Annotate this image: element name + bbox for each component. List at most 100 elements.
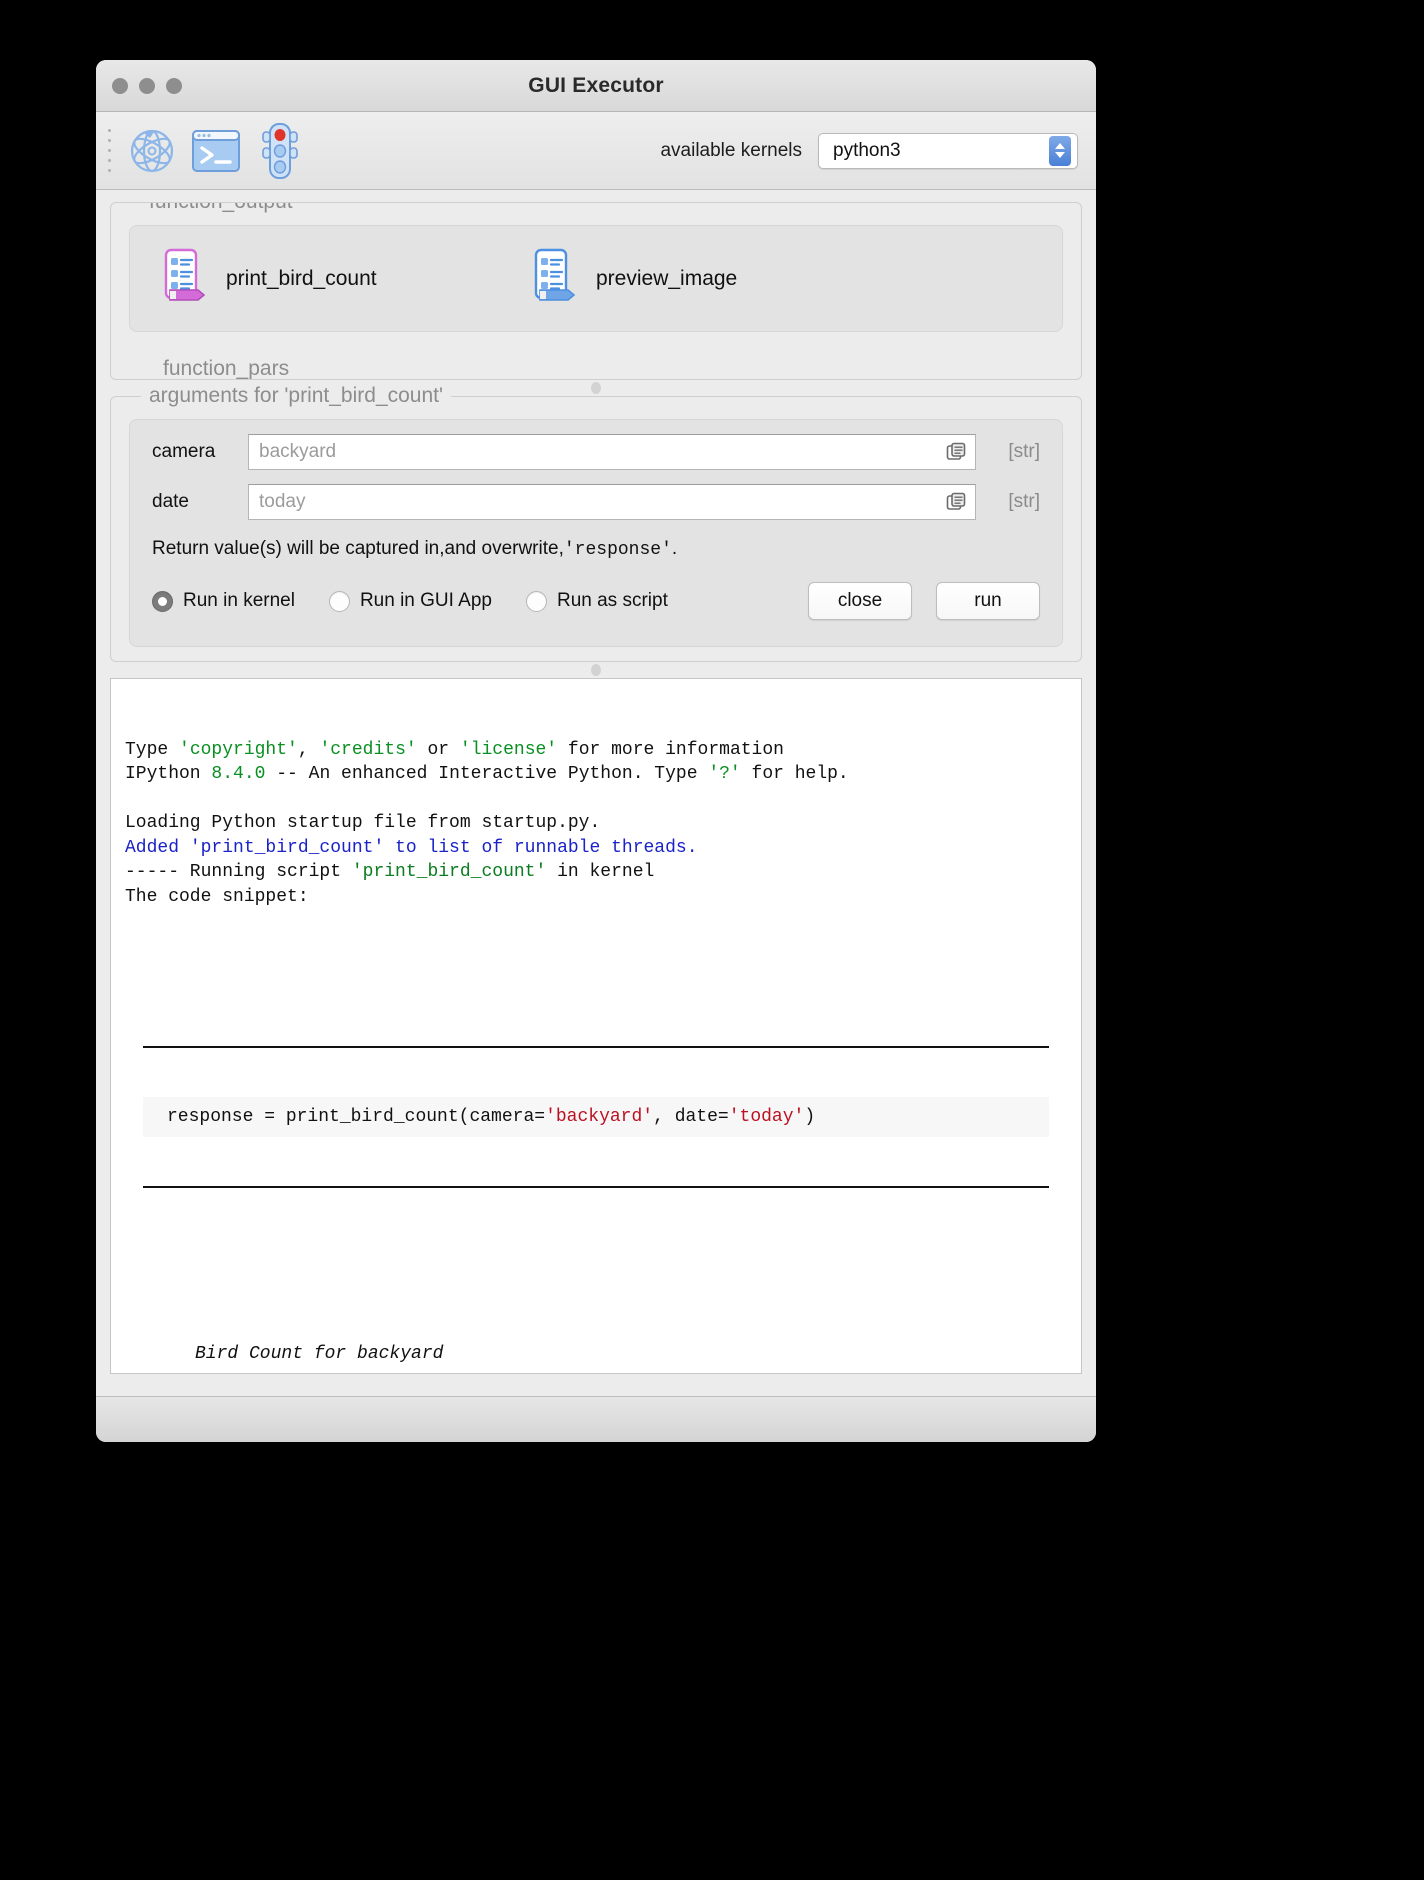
console-line: The code snippet:	[125, 885, 1067, 909]
window-title: GUI Executor	[528, 74, 664, 97]
traffic-light-icon[interactable]	[248, 119, 312, 183]
console-text-span: for help.	[740, 764, 849, 785]
camera-input[interactable]	[259, 441, 945, 463]
argument-input-wrap-camera	[248, 434, 976, 470]
arguments-legend: arguments for 'print_bird_count'	[141, 384, 452, 408]
argument-row-date: date [str]	[152, 484, 1040, 520]
argument-label-camera: camera	[152, 441, 216, 462]
function-item-label: print_bird_count	[226, 266, 377, 290]
radio-circle-icon	[152, 590, 173, 612]
script-file-icon	[160, 248, 208, 309]
kernel-select[interactable]: python3	[818, 132, 1078, 169]
function-output-panel: function_output	[110, 202, 1082, 380]
arguments-inner: camera [str] date	[129, 419, 1063, 647]
splitter-handle-bottom[interactable]	[110, 662, 1082, 678]
radio-label: Run in GUI App	[359, 590, 492, 611]
argument-input-wrap-date	[248, 484, 976, 520]
console-text-span: ----- Running script	[125, 862, 352, 883]
console-text-span: -- An enhanced Interactive Python. Type	[265, 764, 709, 785]
console-line: Type 'copyright', 'credits' or 'license'…	[125, 738, 1067, 762]
console-text-span: ,	[297, 739, 320, 760]
arguments-panel: arguments for 'print_bird_count' camera	[110, 384, 1082, 662]
window-titlebar: GUI Executor	[96, 60, 1096, 112]
argument-row-camera: camera [str]	[152, 434, 1040, 470]
radio-run-as-script[interactable]: Run as script	[525, 590, 668, 612]
return-note-pre: Return value(s) will be captured in,and …	[152, 538, 564, 559]
radio-circle-icon	[525, 590, 547, 612]
return-note-post: .	[671, 538, 678, 559]
radio-label: Run as script	[556, 590, 668, 611]
available-kernels-label: available kernels	[660, 139, 802, 161]
code-snippet-line: response = print_bird_count(camera='back…	[143, 1096, 1049, 1137]
console-header-lines: Type 'copyright', 'credits' or 'license'…	[125, 738, 1067, 909]
snippet-text-span: 'today'	[728, 1106, 805, 1127]
app-window: GUI Executor available kernels python3 p…	[96, 60, 1096, 1442]
console-text-span: Loading Python startup file from startup…	[125, 813, 601, 834]
window-body: function_output	[96, 190, 1096, 1396]
copy-icon[interactable]	[945, 441, 967, 463]
snippet-text-span: 'backyard'	[545, 1106, 654, 1127]
function-item-print-bird-count[interactable]: print_bird_count	[160, 248, 530, 309]
radio-label: Run in kernel	[183, 590, 295, 611]
script-file-icon	[530, 248, 578, 309]
copy-icon[interactable]	[945, 491, 967, 513]
console-text-span: 'print_bird_count'	[189, 837, 385, 858]
function-output-legend: function_output	[141, 203, 301, 214]
chevron-updown-icon[interactable]	[1049, 135, 1071, 166]
window-footer	[96, 1396, 1096, 1442]
run-button[interactable]: run	[936, 582, 1040, 620]
console-line: IPython 8.4.0 -- An enhanced Interactive…	[125, 762, 1067, 786]
toolbar-grip	[102, 129, 116, 172]
radio-run-in-gui-app[interactable]: Run in GUI App	[328, 590, 492, 612]
radio-circle-icon	[328, 590, 350, 612]
function-item-preview-image[interactable]: preview_image	[530, 248, 900, 309]
console-text-span: '?'	[708, 764, 741, 785]
console-output[interactable]: Type 'copyright', 'credits' or 'license'…	[110, 678, 1082, 1374]
splitter-knob[interactable]	[591, 382, 601, 394]
console-text-span: for more information	[557, 739, 784, 760]
run-options-row: Run in kernel Run in GUI App Run as scri…	[152, 582, 1040, 620]
date-input[interactable]	[259, 491, 945, 513]
return-value-note: Return value(s) will be captured in,and …	[152, 538, 1040, 560]
snippet-rule-top	[143, 1045, 1049, 1048]
radio-run-in-kernel[interactable]: Run in kernel	[152, 590, 295, 612]
splitter-knob[interactable]	[591, 664, 601, 676]
snippet-text-span: )	[804, 1106, 816, 1127]
bird-table-title: Bird Count for backyard	[195, 1344, 444, 1365]
function-list: print_bird_count preview_image	[130, 226, 1062, 331]
console-text-span: 'credits'	[319, 739, 417, 760]
action-buttons: close run	[808, 582, 1040, 620]
function-item-label: preview_image	[596, 266, 738, 290]
console-text-span: The code snippet:	[125, 886, 309, 907]
console-text-span: IPython	[125, 764, 212, 785]
function-pars-legend-clipped: function_pars	[155, 357, 298, 379]
main-toolbar: available kernels python3	[96, 112, 1096, 190]
console-text-span: to list of runnable threads.	[384, 837, 698, 858]
console-text-span: 'copyright'	[179, 739, 298, 760]
console-text-span: in kernel	[546, 862, 655, 883]
console-line: Loading Python startup file from startup…	[125, 811, 1067, 835]
snippet-text-span: response = print_bird_count(camera=	[167, 1106, 546, 1127]
snippet-text-span: , date=	[653, 1106, 729, 1127]
function-output-inner: print_bird_count preview_image	[129, 225, 1063, 332]
kernel-select-value: python3	[833, 139, 901, 161]
console-text-span: 'license'	[459, 739, 558, 760]
console-text-span: Type	[125, 739, 180, 760]
terminal-icon[interactable]	[184, 119, 248, 183]
console-text-span: 'print_bird_count'	[351, 862, 547, 883]
return-note-variable: 'response'	[563, 540, 672, 560]
kernel-selector-area: available kernels python3	[660, 132, 1078, 169]
snippet-rule-bottom	[143, 1185, 1049, 1188]
console-text-span: Added	[125, 837, 190, 858]
close-button[interactable]: close	[808, 582, 912, 620]
argument-type-camera: [str]	[1008, 441, 1040, 462]
console-line: ----- Running script 'print_bird_count' …	[125, 860, 1067, 884]
code-snippet-box: response = print_bird_count(camera='back…	[143, 997, 1049, 1237]
argument-type-date: [str]	[1008, 491, 1040, 512]
console-text-span: 8.4.0	[211, 764, 266, 785]
console-line: Added 'print_bird_count' to list of runn…	[125, 836, 1067, 860]
atom-icon[interactable]	[120, 119, 184, 183]
argument-label-date: date	[152, 491, 189, 512]
console-text-span: or	[416, 739, 460, 760]
